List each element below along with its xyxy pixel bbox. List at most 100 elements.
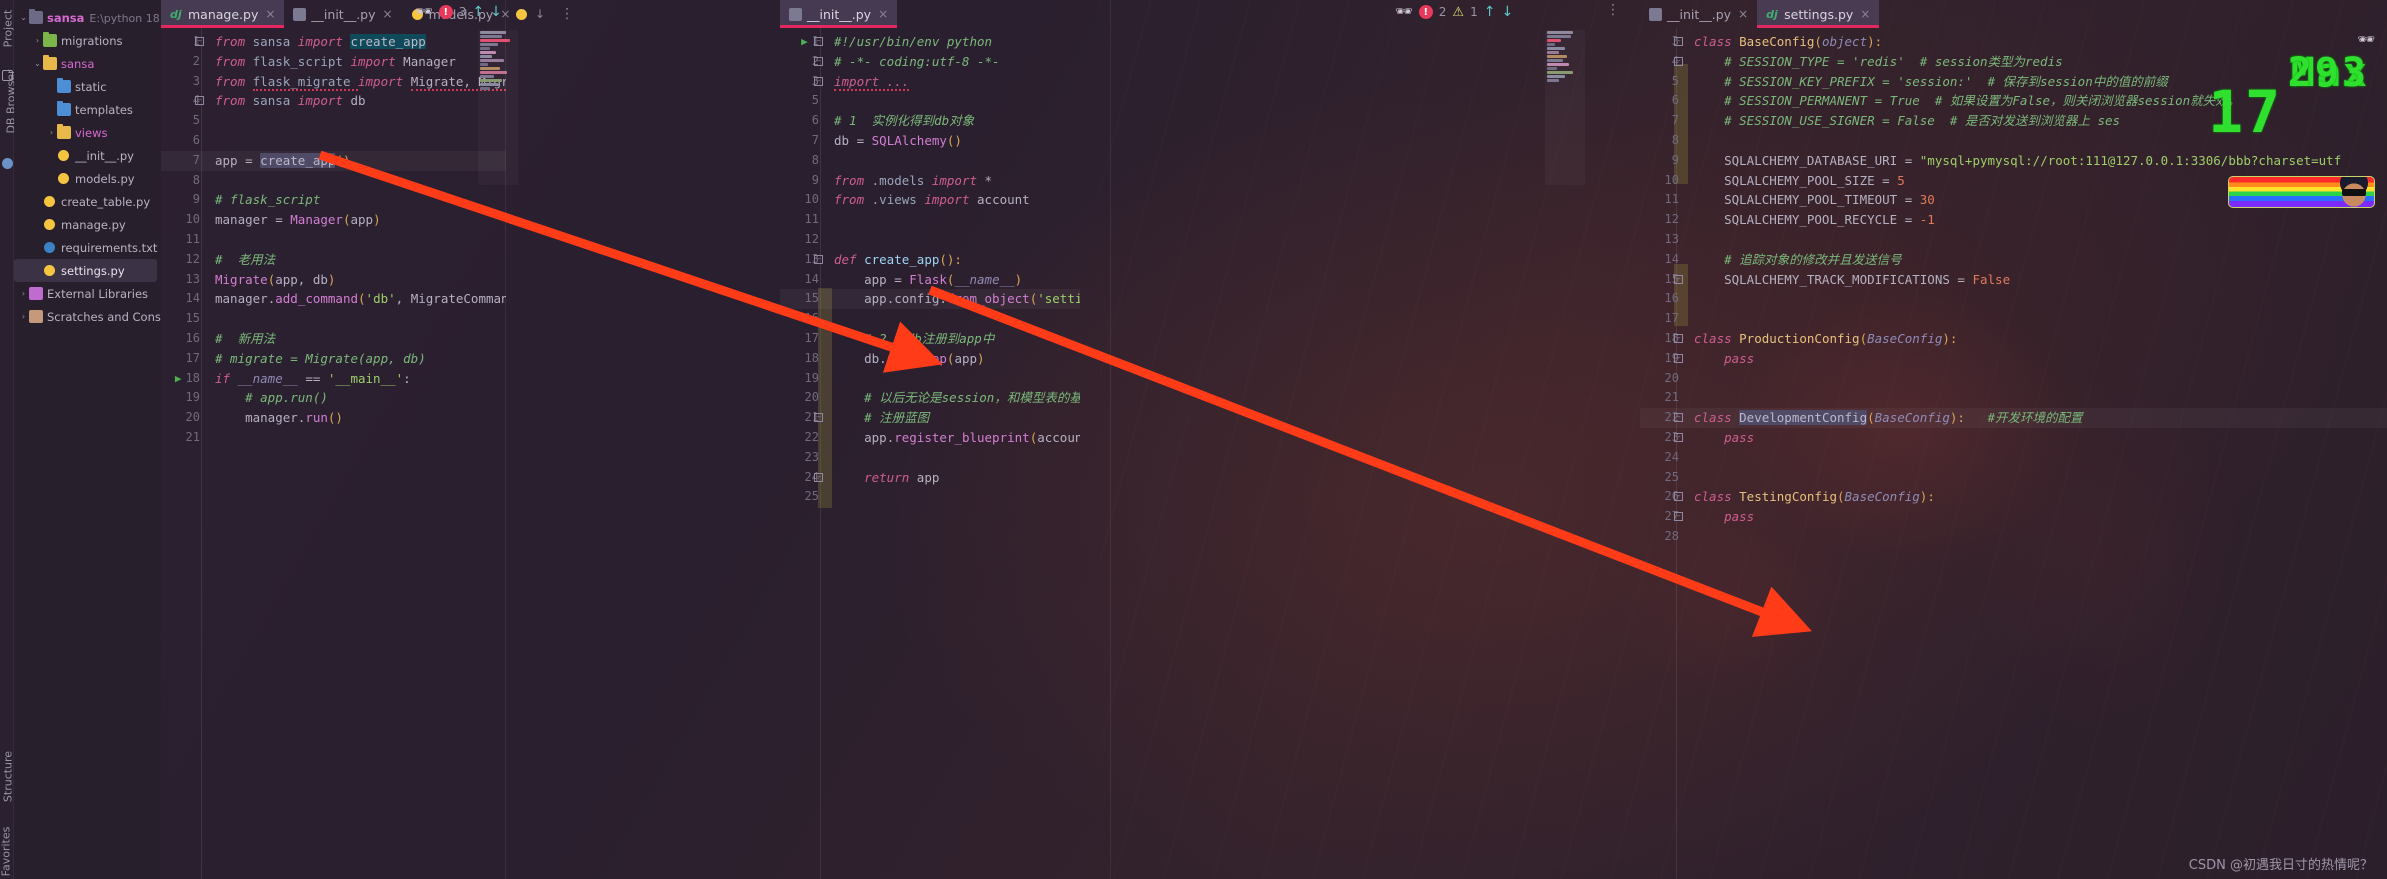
editor2-tabbar[interactable]: __init__.py ×: [780, 0, 898, 28]
close-icon[interactable]: ×: [383, 7, 393, 21]
line-number[interactable]: 24: [1640, 448, 1686, 468]
line-number[interactable]: 14: [161, 289, 207, 309]
tab-settings-py[interactable]: dj settings.py ×: [1757, 0, 1880, 28]
close-icon[interactable]: ×: [1738, 7, 1748, 21]
code-line[interactable]: [826, 309, 1080, 329]
tab-extra-python[interactable]: ↓: [506, 0, 554, 28]
line-number[interactable]: 12: [780, 230, 826, 250]
line-number[interactable]: 28: [1640, 527, 1686, 547]
editor3-pane[interactable]: 3 4 5 6 7 8 9 10 11 12 13 14 15 16 17 18 19 20 21 22 23 24 25 2…: [1640, 28, 2387, 879]
code-line[interactable]: if __name__ == '__main__':: [207, 369, 506, 389]
line-number[interactable]: 7: [780, 131, 826, 151]
line-number[interactable]: 7: [1640, 111, 1686, 131]
code-line[interactable]: db.init_app(app): [826, 349, 1080, 369]
tree-item-requirements-txt[interactable]: requirements.txt: [14, 236, 161, 259]
code-line[interactable]: − return app: [814, 468, 1080, 488]
code-line[interactable]: [826, 151, 1080, 171]
editor2-more-icon[interactable]: ⋮: [1600, 2, 1627, 18]
tab-init-py-active[interactable]: __init__.py ×: [780, 0, 898, 28]
editor2-minimap[interactable]: [1545, 30, 1585, 185]
editor1-code[interactable]: − from sansa import create_app from flask_…: [195, 28, 506, 879]
editor1-minimap[interactable]: [478, 30, 518, 185]
close-icon[interactable]: ×: [265, 7, 275, 21]
fold-toggle-icon[interactable]: −: [1674, 56, 1683, 66]
code-line[interactable]: from .models import *: [826, 171, 1080, 191]
prev-problem-icon[interactable]: ↑: [1484, 4, 1496, 20]
line-number[interactable]: 15: [780, 289, 826, 310]
tree-item-settings-py[interactable]: settings.py: [14, 259, 157, 282]
line-number[interactable]: 6: [161, 131, 207, 151]
code-line[interactable]: db = SQLAlchemy(): [826, 131, 1080, 151]
tree-item--init-py[interactable]: __init__.py: [14, 144, 161, 167]
tree-item-migrations[interactable]: › migrations: [14, 29, 161, 52]
code-line[interactable]: # flask_script: [207, 190, 506, 210]
code-line[interactable]: [1686, 468, 2387, 488]
line-number[interactable]: 16: [161, 329, 207, 349]
editor2-gutter[interactable]: ▶ 1 2 3 5 6 7 8 9 10 11 12 13 14 15 16 17 18 19 20 21 22 23 24 2…: [780, 28, 826, 879]
chevron-icon[interactable]: ⌄: [32, 59, 43, 68]
editor3-gutter[interactable]: 3 4 5 6 7 8 9 10 11 12 13 14 15 16 17 18 19 20 21 22 23 24 25 2…: [1640, 28, 1686, 879]
code-line[interactable]: [1686, 388, 2387, 408]
code-line[interactable]: from flask_script import Manager: [207, 52, 506, 72]
code-line[interactable]: # 老用法: [207, 250, 506, 270]
code-line[interactable]: [207, 111, 506, 131]
code-line[interactable]: − from sansa import db: [195, 91, 506, 111]
line-number[interactable]: 8: [780, 151, 826, 171]
code-line[interactable]: − # 注册蓝图: [814, 408, 1080, 428]
code-line[interactable]: # 新用法: [207, 329, 506, 349]
editor3-eye-off-icon[interactable]: 🕶: [2357, 32, 2375, 48]
code-line[interactable]: [1686, 527, 2387, 547]
editor3-tabbar[interactable]: __init__.py × dj settings.py ×: [1640, 0, 1880, 28]
chevron-icon[interactable]: ›: [32, 36, 43, 45]
line-number[interactable]: 10: [1640, 171, 1686, 191]
code-line[interactable]: from flask_migrate import Migrate, Migra…: [207, 72, 506, 92]
line-number[interactable]: 3: [161, 72, 207, 92]
code-line[interactable]: [207, 230, 506, 250]
code-line[interactable]: # app.run(): [207, 388, 506, 408]
code-line[interactable]: [207, 428, 506, 448]
code-line[interactable]: # 1 实例化得到db对象: [826, 111, 1080, 131]
line-number[interactable]: 20: [780, 388, 826, 408]
fold-toggle-icon[interactable]: −: [1674, 353, 1683, 363]
fold-toggle-icon[interactable]: −: [1674, 512, 1683, 522]
tree-item-templates[interactable]: templates: [14, 98, 161, 121]
fold-toggle-icon[interactable]: −: [814, 413, 823, 423]
code-line[interactable]: − pass: [1674, 507, 2387, 527]
tree-item-sansa[interactable]: ⌄ sansa: [14, 52, 161, 75]
fold-toggle-icon[interactable]: −: [814, 472, 823, 482]
editor2-code[interactable]: − #!/usr/bin/env python − # -*- coding:utf-…: [814, 28, 1080, 879]
code-line[interactable]: − class ProductionConfig(BaseConfig):: [1674, 329, 2387, 349]
run-gutter-icon[interactable]: ▶: [801, 35, 808, 48]
fold-toggle-icon[interactable]: −: [195, 96, 204, 106]
tree-item-scratches-and-consoles[interactable]: › Scratches and Consoles: [14, 305, 161, 328]
line-number[interactable]: 5: [161, 111, 207, 131]
fold-toggle-icon[interactable]: −: [1674, 492, 1683, 502]
fold-toggle-icon[interactable]: −: [814, 76, 823, 86]
line-number[interactable]: 21: [161, 428, 207, 448]
next-problem-icon[interactable]: ↓: [490, 4, 502, 20]
code-line[interactable]: [207, 309, 506, 329]
line-number[interactable]: 9: [161, 190, 207, 210]
code-line[interactable]: [826, 91, 1080, 111]
eye-off-icon[interactable]: 🕶: [415, 4, 433, 20]
close-icon[interactable]: ×: [1860, 7, 1870, 21]
line-number[interactable]: 12: [161, 250, 207, 270]
line-number[interactable]: 18: [780, 349, 826, 369]
line-number[interactable]: 5: [1640, 72, 1686, 92]
code-line[interactable]: # migrate = Migrate(app, db): [207, 349, 506, 369]
error-icon[interactable]: !: [1418, 5, 1433, 19]
code-line[interactable]: # 以后无论是session，和模型表的基类，都从db对象中取: [826, 388, 1080, 408]
editor2-pane[interactable]: ▶ 1 2 3 5 6 7 8 9 10 11 12 13 14 15 16 17 18 19 20 21 22 23 24 2…: [780, 28, 1080, 879]
code-line[interactable]: manager.run(): [207, 408, 506, 428]
line-number[interactable]: 12: [1640, 210, 1686, 230]
line-number[interactable]: 17: [161, 349, 207, 369]
line-number[interactable]: 16: [1640, 289, 1686, 309]
code-line[interactable]: − #!/usr/bin/env python: [814, 32, 1080, 52]
tool-window-favorites[interactable]: Favorites: [0, 824, 13, 879]
prev-problem-icon[interactable]: ↑: [472, 4, 484, 20]
code-line[interactable]: [826, 230, 1080, 250]
more-tabs-icon[interactable]: ⋮: [554, 0, 581, 28]
code-line[interactable]: − pass: [1674, 349, 2387, 369]
code-line[interactable]: app.register_blueprint(account.account): [826, 428, 1080, 448]
tree-item-models-py[interactable]: models.py: [14, 167, 161, 190]
